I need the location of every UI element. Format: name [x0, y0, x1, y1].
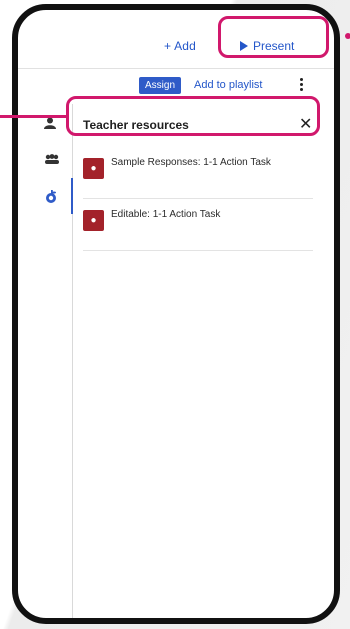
group-icon[interactable]	[44, 152, 60, 164]
teacher-resources-highlight	[66, 96, 320, 136]
apple-icon: ●	[83, 158, 104, 179]
present-highlight	[218, 16, 329, 58]
list-item[interactable]: ● Editable: 1-1 Action Task	[83, 202, 313, 251]
apple-icon: ●	[83, 210, 104, 231]
add-button[interactable]: + Add	[164, 39, 196, 53]
item-title: Editable: 1-1 Action Task	[111, 209, 221, 220]
more-icon[interactable]	[300, 78, 303, 92]
apple-icon[interactable]	[44, 190, 60, 203]
teacher-resources-panel: Teacher resources ✕ ● Sample Responses: …	[73, 104, 334, 618]
toolbar-divider	[18, 68, 334, 69]
sidebar	[32, 104, 73, 618]
list-item[interactable]: ● Sample Responses: 1-1 Action Task	[83, 150, 313, 199]
item-title: Sample Responses: 1-1 Action Task	[111, 157, 271, 168]
add-to-playlist-button[interactable]: Add to playlist	[194, 79, 262, 91]
callout-line	[0, 115, 66, 118]
assign-button[interactable]: Assign	[139, 77, 182, 94]
callout-dot	[345, 33, 350, 39]
